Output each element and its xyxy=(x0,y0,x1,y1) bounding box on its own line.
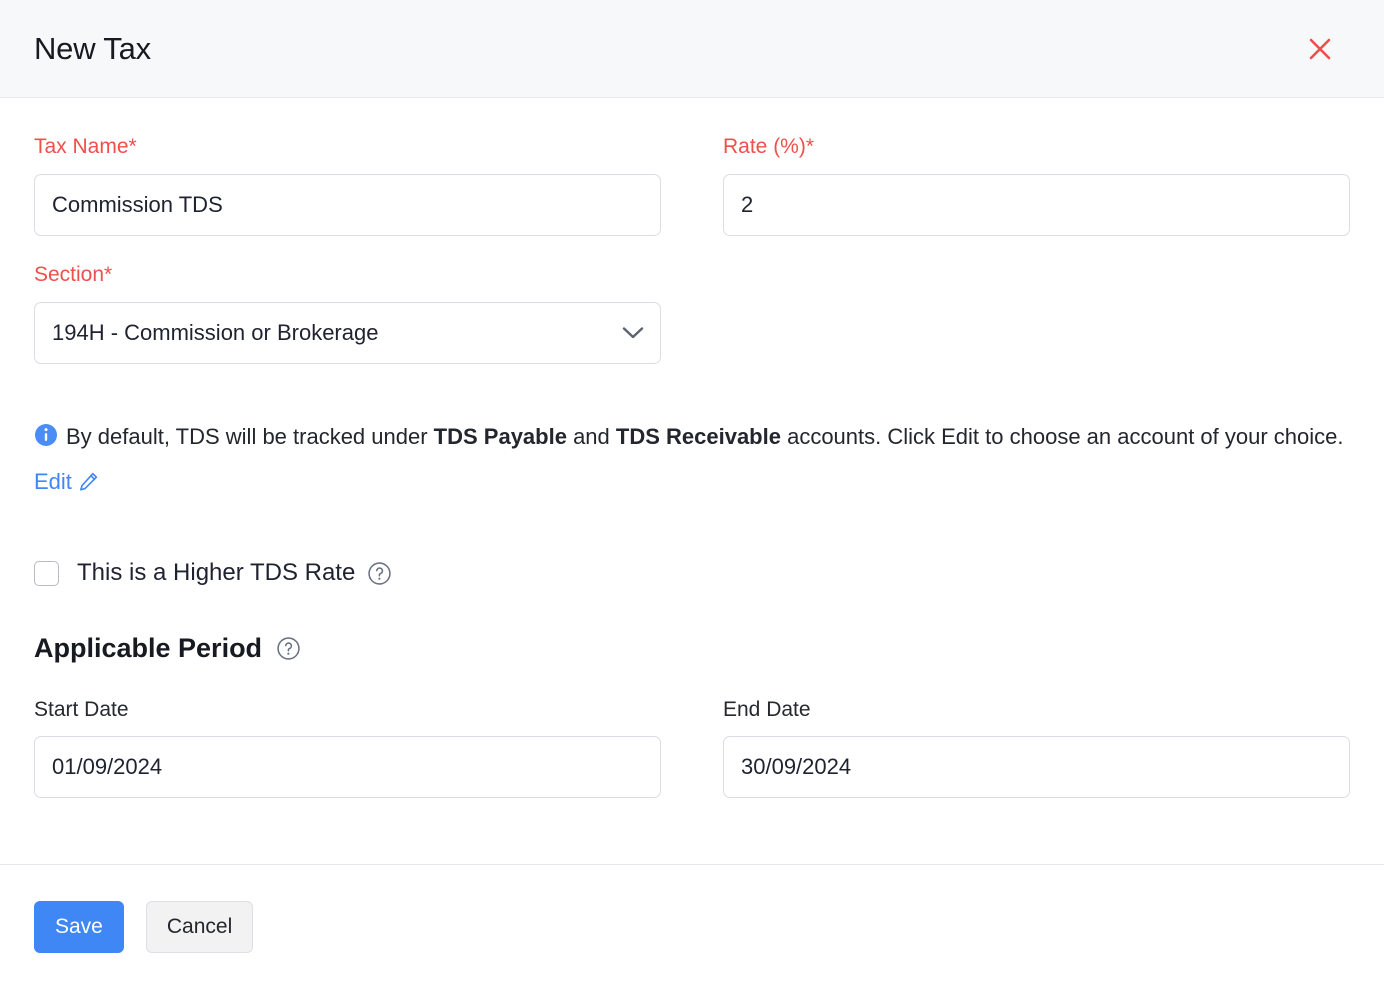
info-text-2: and xyxy=(567,424,616,449)
section-select-wrapper: 194H - Commission or Brokerage xyxy=(34,302,661,364)
help-circle-icon[interactable] xyxy=(276,636,301,661)
start-date-input[interactable] xyxy=(34,736,661,798)
new-tax-modal: New Tax Tax Name* Rate (%)* Secti xyxy=(0,0,1384,988)
tax-name-label: Tax Name* xyxy=(34,134,661,160)
end-date-input[interactable] xyxy=(723,736,1350,798)
close-icon xyxy=(1306,35,1334,63)
rate-input[interactable] xyxy=(723,174,1350,236)
applicable-period-heading: Applicable Period xyxy=(34,633,1350,664)
info-text-3: accounts. Click Edit to choose an accoun… xyxy=(781,424,1344,449)
field-rate: Rate (%)* xyxy=(723,134,1350,236)
form-row-dates: Start Date End Date xyxy=(34,698,1350,798)
field-end-date: End Date xyxy=(723,698,1350,798)
info-bold-tds-payable: TDS Payable xyxy=(434,424,567,449)
tax-name-input[interactable] xyxy=(34,174,661,236)
higher-tds-rate-row: This is a Higher TDS Rate xyxy=(34,559,1350,587)
page-title: New Tax xyxy=(34,31,151,67)
form-row-section: Section* 194H - Commission or Brokerage xyxy=(34,262,1350,390)
help-circle-icon[interactable] xyxy=(367,561,392,586)
pencil-icon[interactable] xyxy=(77,465,100,507)
field-tax-name: Tax Name* xyxy=(34,134,661,236)
save-button[interactable]: Save xyxy=(34,901,124,953)
tds-accounts-info-note: By default, TDS will be tracked under TD… xyxy=(34,416,1350,507)
section-label: Section* xyxy=(34,262,661,288)
higher-tds-rate-checkbox[interactable] xyxy=(34,561,59,586)
applicable-period-title: Applicable Period xyxy=(34,633,262,664)
higher-tds-rate-label: This is a Higher TDS Rate xyxy=(77,559,355,587)
cancel-button[interactable]: Cancel xyxy=(146,901,253,953)
field-section: Section* 194H - Commission or Brokerage xyxy=(34,262,661,364)
info-bold-tds-receivable: TDS Receivable xyxy=(616,424,781,449)
modal-footer: Save Cancel xyxy=(0,864,1384,988)
edit-accounts-link[interactable]: Edit xyxy=(34,469,72,494)
start-date-label: Start Date xyxy=(34,698,661,722)
info-icon xyxy=(34,419,58,461)
close-button[interactable] xyxy=(1298,27,1342,71)
form-row-name-rate: Tax Name* Rate (%)* xyxy=(34,134,1350,262)
modal-body: Tax Name* Rate (%)* Section* 194H - Comm… xyxy=(0,98,1384,864)
modal-header: New Tax xyxy=(0,0,1384,98)
end-date-label: End Date xyxy=(723,698,1350,722)
form-row-section-spacer xyxy=(723,262,1350,390)
rate-label: Rate (%)* xyxy=(723,134,1350,160)
section-select-value: 194H - Commission or Brokerage xyxy=(52,320,378,346)
info-text-1: By default, TDS will be tracked under xyxy=(66,424,434,449)
field-start-date: Start Date xyxy=(34,698,661,798)
section-select[interactable]: 194H - Commission or Brokerage xyxy=(34,302,661,364)
